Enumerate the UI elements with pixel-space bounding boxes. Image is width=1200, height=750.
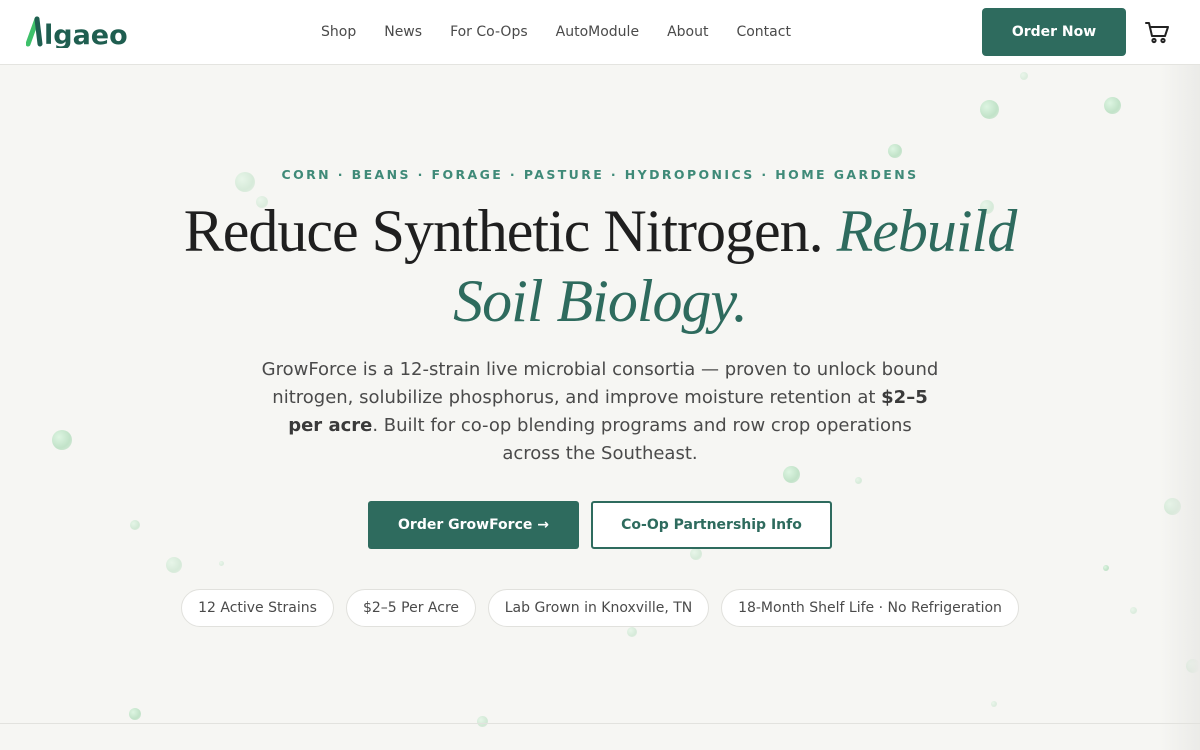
logo-mark: lgaeo: [26, 16, 128, 48]
nav-item-news[interactable]: News: [370, 24, 436, 40]
lede-text-2: . Built for co-op blending programs and …: [372, 415, 912, 464]
bubble: [52, 430, 72, 450]
bubble: [1020, 72, 1028, 80]
bubble: [1104, 97, 1121, 114]
bubble: [690, 548, 702, 560]
feature-pill-price: $2–5 Per Acre: [346, 589, 476, 627]
bubble: [855, 477, 862, 484]
bubble: [1103, 565, 1109, 571]
feature-pill-location: Lab Grown in Knoxville, TN: [488, 589, 709, 627]
bubble: [627, 627, 637, 637]
order-growforce-button[interactable]: Order GrowForce →: [368, 501, 579, 549]
headline-plain: Reduce Synthetic Nitrogen.: [183, 198, 824, 264]
bubble: [166, 557, 182, 573]
feature-pill-shelf-life: 18-Month Shelf Life · No Refrigeration: [721, 589, 1019, 627]
nav-item-shop[interactable]: Shop: [307, 24, 370, 40]
bubble: [477, 716, 488, 727]
hero-headline: Reduce Synthetic Nitrogen. Rebuild Soil …: [150, 196, 1050, 336]
main-nav: Shop News For Co-Ops AutoModule About Co…: [307, 0, 805, 64]
site-header: lgaeo Shop News For Co-Ops AutoModule Ab…: [0, 0, 1200, 65]
hero-eyebrow: CORN · BEANS · FORAGE · PASTURE · HYDROP…: [281, 167, 919, 182]
nav-item-contact[interactable]: Contact: [722, 24, 804, 40]
bubble: [980, 100, 999, 119]
co-op-partnership-button[interactable]: Co-Op Partnership Info: [591, 501, 832, 549]
cart-icon[interactable]: [1144, 19, 1170, 45]
nav-item-for-co-ops[interactable]: For Co-Ops: [436, 24, 542, 40]
bubble: [219, 561, 224, 566]
nav-item-automodule[interactable]: AutoModule: [542, 24, 653, 40]
nav-item-about[interactable]: About: [653, 24, 722, 40]
logo-text: lgaeo: [44, 20, 128, 48]
feature-pill-strains: 12 Active Strains: [181, 589, 334, 627]
hero-description: GrowForce is a 12-strain live microbial …: [260, 356, 940, 468]
bubble: [888, 144, 902, 158]
bubble: [129, 708, 141, 720]
bubble: [130, 520, 140, 530]
bubble: [1130, 607, 1137, 614]
bubble: [991, 701, 997, 707]
bubble: [783, 466, 800, 483]
order-now-button[interactable]: Order Now: [982, 8, 1126, 56]
section-divider: [0, 723, 1200, 724]
lede-text-1: GrowForce is a 12-strain live microbial …: [261, 359, 939, 408]
algaeo-logo[interactable]: lgaeo: [26, 14, 132, 48]
